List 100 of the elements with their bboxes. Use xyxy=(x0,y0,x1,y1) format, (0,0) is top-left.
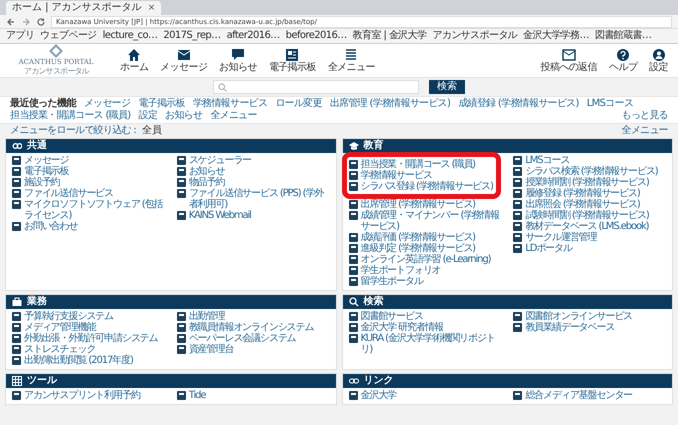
menu-item[interactable]: 試験時間割 (学務情報サービス) xyxy=(513,210,668,221)
favorite-link[interactable]: 設定 xyxy=(138,110,158,122)
search-button[interactable]: 検索 xyxy=(429,80,465,94)
favorite-link[interactable]: お知らせ xyxy=(165,110,202,122)
menu-item[interactable]: 物品予約 xyxy=(176,177,332,188)
favorite-link[interactable]: 全メニュー xyxy=(210,110,257,122)
app-icon xyxy=(348,160,358,169)
app-icon xyxy=(176,156,186,165)
menu-item[interactable]: 金沢大学 xyxy=(348,390,504,401)
filter-link[interactable]: メニューをロールで絞り込む : xyxy=(10,125,136,137)
menu-item[interactable]: シラバス検索 (学務情報サービス) xyxy=(513,166,668,177)
favorite-link[interactable]: メッセージ xyxy=(84,98,130,110)
favorite-link[interactable]: 出席管理 (学務情報サービス) xyxy=(330,98,450,110)
app-icon xyxy=(513,200,522,209)
header-button[interactable]: 投稿への返信 xyxy=(538,48,599,73)
browser-tab[interactable]: ホーム | アカンサスポータル × xyxy=(6,1,162,15)
close-icon[interactable]: × xyxy=(148,1,156,15)
bookmark[interactable]: after2016… xyxy=(226,30,280,42)
app-icon xyxy=(348,266,358,275)
menu-item[interactable]: アカンサスプリント利用予約 xyxy=(12,390,167,401)
briefcase-icon xyxy=(12,297,22,307)
menu-item[interactable]: Tide xyxy=(176,390,332,401)
nav-button[interactable]: メッセージ xyxy=(158,48,210,73)
menu-item[interactable]: 出席管理 (学務情報サービス) xyxy=(348,199,504,210)
nav-button[interactable]: 全メニュー xyxy=(326,48,377,73)
bookmark[interactable]: 2017S_rep… xyxy=(163,30,221,42)
bookmark[interactable]: 図書館蔵書… xyxy=(594,30,652,42)
app-icon xyxy=(12,178,21,187)
menu-item[interactable]: スケジューラー xyxy=(176,155,332,166)
menu-item[interactable]: お問い合わせ xyxy=(12,221,167,232)
menu-item[interactable]: メディア管理機能 xyxy=(12,322,167,333)
menu-item[interactable]: ストレスチェック xyxy=(12,344,167,355)
app-icon xyxy=(12,391,21,400)
menu-item[interactable]: 出勤管理 xyxy=(176,311,332,322)
menu-item[interactable]: シラバス登録 (学務情報サービス) xyxy=(348,181,504,192)
menu-item[interactable]: 外勤出張・外勤許可申請システム xyxy=(12,333,167,344)
menu-item[interactable]: メッセージ xyxy=(12,155,167,166)
menu-item[interactable]: 成績管理・マイナンバー (学務情報サービス) xyxy=(348,210,504,232)
user-icon xyxy=(652,48,666,62)
menu-item[interactable]: 教材データベース (LMS.ebook) xyxy=(513,221,668,232)
menu-item[interactable]: オンライン英語学習 (e-Learning) xyxy=(348,254,504,265)
menu-item[interactable]: 教職員情報オンラインシステム xyxy=(176,322,332,333)
search-field[interactable] xyxy=(213,80,419,94)
favorite-link[interactable]: 学務情報サービス xyxy=(192,98,268,110)
bookmark[interactable]: ウェブページ xyxy=(40,30,97,42)
menu-item[interactable]: 図書館サービス xyxy=(348,311,504,322)
menu-item[interactable]: 担当授業・開講コース (職員) xyxy=(348,159,504,170)
favorite-link[interactable]: 成績登録 (学務情報サービス) xyxy=(458,98,579,110)
menu-item[interactable]: マイクロソフトソフトウェア (包括ライセンス) xyxy=(12,199,167,221)
favorite-link[interactable]: ロール変更 xyxy=(275,98,322,110)
bookmark[interactable]: lecture_co… xyxy=(102,30,158,42)
all-menu-link[interactable]: 全メニュー xyxy=(621,125,668,137)
panel-title: 検索 xyxy=(364,296,384,308)
app-icon xyxy=(12,222,21,231)
menu-item[interactable]: 総合メディア基盤センター xyxy=(513,390,668,401)
menu-item[interactable]: 予算執行支援システム xyxy=(12,311,167,322)
app-icon xyxy=(513,323,522,332)
menu-item[interactable]: 学務情報サービス xyxy=(348,170,504,181)
bookmark[interactable]: アカンサスポータル xyxy=(432,30,518,42)
bookmark[interactable]: アプリ xyxy=(6,30,34,42)
favorite-link[interactable]: 電子掲示板 xyxy=(138,98,185,110)
menu-item[interactable]: 図書館オンラインサービス xyxy=(513,311,668,322)
app-icon xyxy=(513,233,522,242)
menu-item[interactable]: 進級判定 (学務情報サービス) xyxy=(348,243,504,254)
menu-item[interactable]: KURA (金沢大学学術機関リポジトリ) xyxy=(348,333,504,355)
menu-item[interactable]: ファイル送信サービス (PPS) (学外者利用可) xyxy=(176,188,332,210)
menu-item[interactable]: 履修登録 (学務情報サービス) xyxy=(513,188,668,199)
menu-item[interactable]: 学生ポートフォリオ xyxy=(348,265,504,276)
favorite-link[interactable]: LMSコース xyxy=(586,98,634,110)
menu-item[interactable]: 授業時間割 (学務情報サービス) xyxy=(513,177,668,188)
nav-button[interactable]: ホーム xyxy=(118,48,150,73)
menu-item[interactable]: 電子掲示板 xyxy=(12,166,167,177)
menu-item[interactable]: 資産管理台 xyxy=(176,344,332,355)
header-button[interactable]: 設定 xyxy=(647,48,670,73)
menu-item[interactable]: 施設予約 xyxy=(12,177,167,188)
menu-item[interactable]: 金沢大学 研究者情報 xyxy=(348,322,504,333)
menu-item[interactable]: 留学生ポータル xyxy=(348,276,504,287)
app-icon xyxy=(176,312,186,321)
menu-item[interactable]: 成績評価 (学務情報サービス) xyxy=(348,232,504,243)
nav-button[interactable]: 電子掲示板 xyxy=(266,48,318,73)
menu-item[interactable]: 出勤簿出勤閲覧 (2017年度) xyxy=(12,355,167,366)
menu-item[interactable]: KAINS Webmail xyxy=(176,210,332,221)
menu-item[interactable]: ファイル送信サービス xyxy=(12,188,167,199)
menu-item[interactable]: LMSコース xyxy=(513,155,668,166)
menu-item[interactable]: LDポータル xyxy=(513,243,668,254)
menu-item[interactable]: サークル運営管理 xyxy=(513,232,668,243)
bookmark[interactable]: before2016… xyxy=(286,30,347,42)
menu-item[interactable]: 出席照会 (学務情報サービス) xyxy=(513,199,668,210)
menu-item[interactable]: 教員業績データベース xyxy=(513,322,668,333)
search-icon xyxy=(348,297,358,307)
bookmark[interactable]: 教育室 | 金沢大学 xyxy=(352,30,426,42)
menu-item[interactable]: お知らせ xyxy=(176,166,332,177)
panel-title: 業務 xyxy=(27,296,47,308)
favorite-link[interactable]: 担当授業・開講コース (職員) xyxy=(10,110,130,122)
header-button[interactable]: ヘルプ xyxy=(606,48,640,73)
menu-item[interactable]: ペーパーレス会議システム xyxy=(176,333,332,344)
list-icon xyxy=(344,48,358,62)
nav-button[interactable]: お知らせ xyxy=(217,48,259,73)
bookmark[interactable]: 金沢大学学務… xyxy=(523,30,589,42)
more-link[interactable]: もっと見る xyxy=(621,110,668,122)
